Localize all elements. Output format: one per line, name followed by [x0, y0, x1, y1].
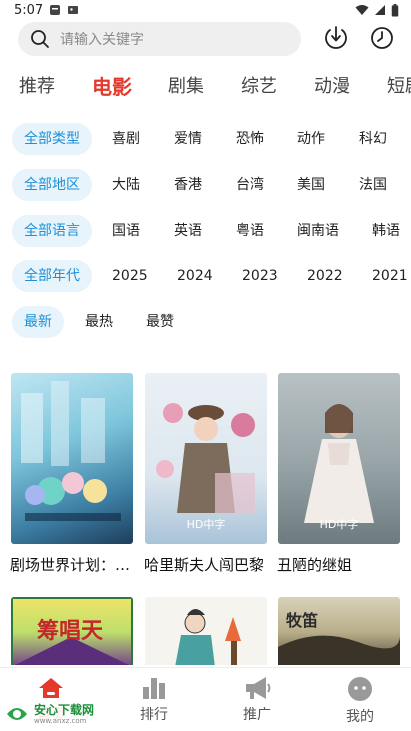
movie-card[interactable] — [145, 597, 267, 665]
tab-variety[interactable]: 综艺 — [241, 72, 277, 98]
nav-label-ranking: 排行 — [140, 707, 168, 723]
filter-row-region: 全部地区 大陆 香港 台湾 美国 法国 — [0, 169, 411, 201]
clock-icon — [371, 27, 393, 49]
chip-all-years[interactable]: 全部年代 — [12, 260, 92, 292]
nav-profile[interactable]: 我的 — [320, 668, 400, 731]
movie-poster — [145, 597, 267, 665]
status-bar: 5:07 — [0, 0, 411, 20]
chip-region[interactable]: 美国 — [297, 169, 325, 201]
tab-anime[interactable]: 动漫 — [314, 72, 350, 98]
search-input[interactable]: 请输入关键字 — [18, 22, 301, 56]
chip-sort-latest[interactable]: 最新 — [12, 306, 64, 338]
signal-icon — [375, 5, 385, 15]
chip-language[interactable]: 粤语 — [236, 215, 264, 247]
tab-recommend[interactable]: 推荐 — [19, 72, 55, 98]
chip-region[interactable]: 香港 — [174, 169, 202, 201]
chip-year[interactable]: 2023 — [242, 260, 278, 292]
chip-language[interactable]: 闽南语 — [297, 215, 339, 247]
movie-card[interactable]: HD中字 丑陋的继姐 — [277, 373, 400, 574]
filter-row-language: 全部语言 国语 英语 粤语 闽南语 韩语 — [0, 215, 411, 247]
watermark: 安心下载网 www.anxz.com — [4, 699, 114, 729]
chip-language[interactable]: 韩语 — [372, 215, 400, 247]
search-placeholder: 请输入关键字 — [60, 32, 144, 48]
category-tabs: 推荐 电影 剧集 综艺 动漫 短剧 — [0, 72, 411, 104]
movie-card[interactable]: 牧笛 — [278, 597, 400, 665]
download-icon — [325, 26, 347, 49]
chip-type[interactable]: 动作 — [297, 123, 325, 155]
tab-short-drama[interactable]: 短剧 — [387, 72, 411, 98]
nav-label-profile: 我的 — [346, 709, 374, 725]
tab-series[interactable]: 剧集 — [168, 72, 204, 98]
wifi-icon — [355, 5, 369, 15]
history-button[interactable] — [368, 24, 396, 52]
download-button[interactable] — [322, 24, 350, 52]
quality-tag: HD中字 — [319, 518, 359, 531]
movie-poster — [11, 373, 133, 544]
poster-art — [175, 609, 241, 665]
chip-year[interactable]: 2025 — [112, 260, 148, 292]
movie-title: 剧场世界计划：坏掉的世界与唱不出的未来 — [10, 556, 134, 574]
filter-row-year: 全部年代 2025 2024 2023 2022 2021 — [0, 260, 411, 292]
chip-sort-top-rated[interactable]: 最赞 — [146, 306, 174, 338]
chip-all-languages[interactable]: 全部语言 — [12, 215, 92, 247]
chip-region[interactable]: 台湾 — [236, 169, 264, 201]
chip-type[interactable]: 爱情 — [174, 123, 202, 155]
status-time: 5:07 — [14, 2, 44, 18]
tab-movie[interactable]: 电影 — [92, 72, 132, 100]
chip-language[interactable]: 英语 — [174, 215, 202, 247]
movie-poster: 牧笛 — [278, 597, 400, 665]
notification-icon — [50, 5, 61, 15]
movie-grid: 剧场世界计划：坏掉的世界与唱不出的未来 HD中字 哈里斯夫人闯巴黎 — [0, 373, 411, 665]
movie-title: 哈里斯夫人闯巴黎 — [144, 556, 265, 574]
nav-label-promotion: 推广 — [243, 707, 271, 723]
chip-region[interactable]: 大陆 — [112, 169, 140, 201]
chip-all-regions[interactable]: 全部地区 — [12, 169, 92, 201]
chip-all-types[interactable]: 全部类型 — [12, 123, 92, 155]
movie-poster-title: 牧笛 — [286, 611, 319, 630]
chip-year[interactable]: 2021 — [372, 260, 408, 292]
megaphone-icon — [246, 677, 271, 699]
movie-poster: HD中字 — [145, 373, 267, 544]
chip-region[interactable]: 法国 — [359, 169, 387, 201]
movie-card[interactable]: 筹唱天 — [11, 597, 133, 665]
chip-sort-hottest[interactable]: 最热 — [85, 306, 113, 338]
filter-row-sort: 最新 最热 最赞 — [0, 306, 411, 338]
watermark-title: 安心下载网 — [34, 702, 95, 717]
nav-promotion[interactable]: 推广 — [217, 668, 297, 731]
movie-card[interactable]: 剧场世界计划：坏掉的世界与唱不出的未来 — [10, 373, 134, 574]
chip-year[interactable]: 2022 — [307, 260, 343, 292]
chip-type[interactable]: 恐怖 — [236, 123, 264, 155]
movie-card[interactable]: HD中字 哈里斯夫人闯巴黎 — [144, 373, 267, 574]
battery-icon — [391, 3, 399, 17]
watermark-logo-icon — [7, 708, 27, 720]
movie-title: 丑陋的继姐 — [277, 556, 353, 574]
profile-icon — [348, 677, 372, 701]
bar-chart-icon — [143, 678, 165, 699]
filter-row-type: 全部类型 喜剧 爱情 恐怖 动作 科幻 — [0, 123, 411, 155]
nav-ranking[interactable]: 排行 — [114, 668, 194, 731]
chip-year[interactable]: 2024 — [177, 260, 213, 292]
movie-poster: HD中字 — [278, 373, 400, 544]
movie-poster: 筹唱天 — [11, 597, 133, 665]
home-icon — [39, 678, 63, 698]
watermark-url: www.anxz.com — [34, 716, 87, 725]
poster-art — [21, 381, 121, 521]
chip-type[interactable]: 科幻 — [359, 123, 387, 155]
movie-poster-title: 筹唱天 — [37, 619, 104, 644]
quality-tag: HD中字 — [186, 518, 226, 531]
search-icon — [31, 30, 49, 48]
media-icon — [68, 6, 79, 14]
chip-type[interactable]: 喜剧 — [112, 123, 140, 155]
chip-language[interactable]: 国语 — [112, 215, 140, 247]
